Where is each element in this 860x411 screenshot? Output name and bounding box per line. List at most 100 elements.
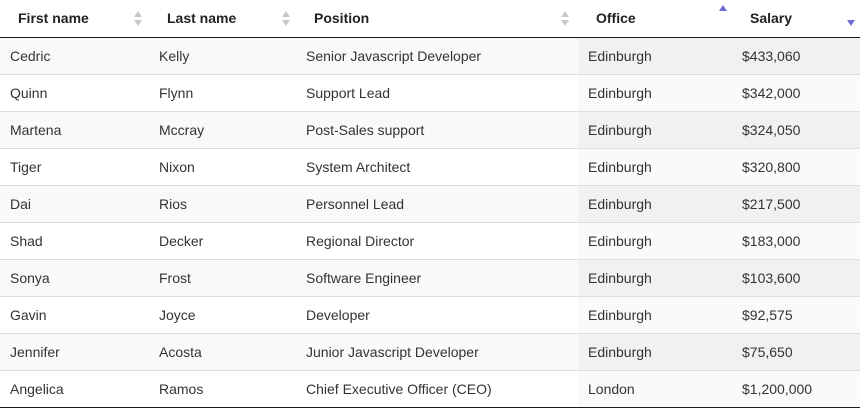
cell-position: Software Engineer xyxy=(296,259,578,297)
column-header-label: Position xyxy=(314,10,370,26)
data-table: First name Last name Position Office Salary … xyxy=(0,0,860,408)
cell-first-name-text: Shad xyxy=(10,233,43,249)
cell-last-name: Acosta xyxy=(149,333,296,371)
cell-first-name-text: Gavin xyxy=(10,307,47,323)
cell-salary-text: $320,800 xyxy=(742,159,801,175)
cell-position: Support Lead xyxy=(296,74,578,112)
first-name-sort-icon xyxy=(133,10,143,28)
cell-office: Edinburgh xyxy=(578,74,732,112)
column-header-salary[interactable]: Salary xyxy=(732,0,860,38)
cell-first-name: Shad xyxy=(0,222,149,260)
cell-office-text: Edinburgh xyxy=(588,48,652,64)
cell-first-name-text: Cedric xyxy=(10,48,51,64)
cell-last-name: Frost xyxy=(149,259,296,297)
cell-first-name: Dai xyxy=(0,185,149,223)
table-row[interactable]: Dai Rios Personnel Lead Edinburgh $217,500 xyxy=(0,185,860,223)
column-header-label: Last name xyxy=(167,10,237,26)
cell-first-name: Gavin xyxy=(0,296,149,334)
cell-office-text: Edinburgh xyxy=(588,122,652,138)
table-row[interactable]: Jennifer Acosta Junior Javascript Develope… xyxy=(0,333,860,371)
table-row[interactable]: Gavin Joyce Developer Edinburgh $92,575 xyxy=(0,296,860,334)
cell-office: London xyxy=(578,370,732,408)
cell-position: Chief Executive Officer (CEO) xyxy=(296,370,578,408)
cell-salary: $1,200,000 xyxy=(732,370,860,408)
cell-office: Edinburgh xyxy=(578,185,732,223)
cell-salary-text: $103,600 xyxy=(742,270,801,286)
cell-office-text: Edinburgh xyxy=(588,233,652,249)
cell-last-name-text: Ramos xyxy=(159,381,204,397)
cell-position: Post-Sales support xyxy=(296,111,578,149)
cell-last-name: Kelly xyxy=(149,37,296,75)
column-header-position[interactable]: Position xyxy=(296,0,578,38)
cell-first-name-text: Angelica xyxy=(10,381,64,397)
table-header-row: First name Last name Position Office Salary xyxy=(0,0,860,38)
cell-position-text: Regional Director xyxy=(306,233,415,249)
cell-salary: $217,500 xyxy=(732,185,860,223)
cell-salary-text: $1,200,000 xyxy=(742,381,813,397)
cell-first-name: Quinn xyxy=(0,74,149,112)
cell-office-text: Edinburgh xyxy=(588,270,652,286)
column-header-label: First name xyxy=(18,10,89,26)
column-header-first-name[interactable]: First name xyxy=(0,0,149,38)
column-header-last-name[interactable]: Last name xyxy=(149,0,296,38)
cell-salary: $342,000 xyxy=(732,74,860,112)
cell-office: Edinburgh xyxy=(578,148,732,186)
cell-position: Developer xyxy=(296,296,578,334)
table-row[interactable]: Cedric Kelly Senior Javascript Developer Ed… xyxy=(0,37,860,75)
cell-salary-text: $324,050 xyxy=(742,122,801,138)
cell-last-name-text: Decker xyxy=(159,233,204,249)
cell-last-name: Mccray xyxy=(149,111,296,149)
cell-salary: $433,060 xyxy=(732,37,860,75)
cell-position-text: Support Lead xyxy=(306,85,391,101)
cell-office-text: Edinburgh xyxy=(588,307,652,323)
cell-position: Senior Javascript Developer xyxy=(296,37,578,75)
cell-position-text: Software Engineer xyxy=(306,270,422,286)
cell-office: Edinburgh xyxy=(578,111,732,149)
cell-position: Junior Javascript Developer xyxy=(296,333,578,371)
cell-last-name-text: Mccray xyxy=(159,122,205,138)
table-body: Cedric Kelly Senior Javascript Developer Ed… xyxy=(0,37,860,408)
cell-last-name: Flynn xyxy=(149,74,296,112)
cell-salary: $103,600 xyxy=(732,259,860,297)
cell-office-text: Edinburgh xyxy=(588,159,652,175)
table-row[interactable]: Martena Mccray Post-Sales support Edinburgh… xyxy=(0,111,860,149)
cell-salary: $324,050 xyxy=(732,111,860,149)
cell-position: Regional Director xyxy=(296,222,578,260)
cell-first-name: Martena xyxy=(0,111,149,149)
cell-salary-text: $217,500 xyxy=(742,196,801,212)
cell-salary: $320,800 xyxy=(732,148,860,186)
table-row[interactable]: Angelica Ramos Chief Executive Officer (CE… xyxy=(0,370,860,408)
cell-salary-text: $433,060 xyxy=(742,48,801,64)
cell-salary-text: $342,000 xyxy=(742,85,801,101)
cell-position-text: Chief Executive Officer (CEO) xyxy=(306,381,492,397)
column-header-office[interactable]: Office xyxy=(578,0,732,38)
column-header-label: Salary xyxy=(750,10,793,26)
cell-position-text: Junior Javascript Developer xyxy=(306,344,479,360)
table-row[interactable]: Sonya Frost Software Engineer Edinburgh $103… xyxy=(0,259,860,297)
cell-salary-text: $75,650 xyxy=(742,344,793,360)
cell-last-name-text: Flynn xyxy=(159,85,194,101)
cell-office: Edinburgh xyxy=(578,37,732,75)
cell-first-name-text: Tiger xyxy=(10,159,42,175)
table-row[interactable]: Tiger Nixon System Architect Edinburgh $320,… xyxy=(0,148,860,186)
cell-last-name-text: Acosta xyxy=(159,344,202,360)
cell-first-name: Cedric xyxy=(0,37,149,75)
cell-last-name-text: Kelly xyxy=(159,48,190,64)
cell-last-name: Joyce xyxy=(149,296,296,334)
sort-desc-arrow xyxy=(847,20,855,26)
cell-last-name: Rios xyxy=(149,185,296,223)
cell-last-name-text: Frost xyxy=(159,270,191,286)
cell-office-text: Edinburgh xyxy=(588,344,652,360)
cell-position: Personnel Lead xyxy=(296,185,578,223)
cell-position-text: Post-Sales support xyxy=(306,122,425,138)
cell-last-name-text: Joyce xyxy=(159,307,196,323)
cell-first-name-text: Quinn xyxy=(10,85,48,101)
table-row[interactable]: Quinn Flynn Support Lead Edinburgh $342,000 xyxy=(0,74,860,112)
cell-salary-text: $183,000 xyxy=(742,233,801,249)
cell-last-name: Decker xyxy=(149,222,296,260)
cell-office-text: London xyxy=(588,381,635,397)
cell-position-text: Senior Javascript Developer xyxy=(306,48,482,64)
table-row[interactable]: Shad Decker Regional Director Edinburgh $183… xyxy=(0,222,860,260)
cell-last-name: Ramos xyxy=(149,370,296,408)
cell-salary-text: $92,575 xyxy=(742,307,793,323)
